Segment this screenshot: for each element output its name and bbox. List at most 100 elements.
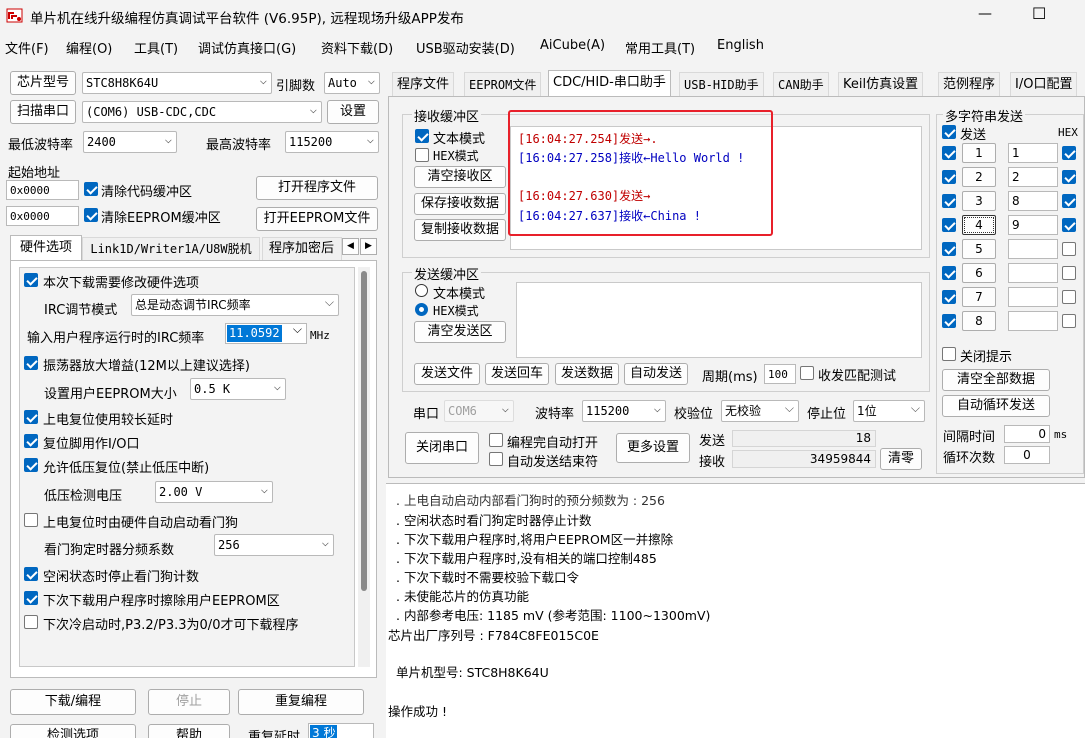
multi-row-checkbox[interactable]	[942, 314, 956, 328]
baud-rate-select[interactable]: 115200	[582, 400, 666, 422]
code-address-input[interactable]: 0x0000	[6, 180, 79, 200]
multi-send-button[interactable]: 1	[962, 143, 996, 163]
multi-string-input[interactable]	[1008, 239, 1058, 259]
chip-model-select[interactable]: STC8H8K64U	[82, 72, 272, 94]
repeat-program-button[interactable]: 重复编程	[238, 689, 364, 715]
pin-count-select[interactable]: Auto	[324, 72, 380, 94]
clear-counts-button[interactable]: 清零	[880, 448, 922, 470]
open-program-file-button[interactable]: 打开程序文件	[256, 176, 378, 200]
multi-send-button[interactable]: 3	[962, 191, 996, 211]
multi-send-button[interactable]: 2	[962, 167, 996, 187]
menu-downloads[interactable]: 资料下载(D)	[321, 38, 393, 57]
recv-text-mode-checkbox[interactable]	[415, 129, 429, 143]
multi-row-checkbox[interactable]	[942, 218, 956, 232]
low-volt-select[interactable]: 2.00 V	[155, 481, 273, 503]
multi-send-button[interactable]: 5	[962, 239, 996, 259]
download-program-button[interactable]: 下载/编程	[10, 689, 136, 715]
multi-row-checkbox[interactable]	[942, 170, 956, 184]
max-baud-select[interactable]: 115200	[285, 131, 379, 153]
parity-select[interactable]: 无校验	[721, 400, 799, 422]
send-textarea[interactable]	[516, 282, 922, 358]
multi-string-input[interactable]	[1008, 287, 1058, 307]
irc-freq-select[interactable]: 11.0592 ⌵	[225, 322, 307, 344]
multi-hex-checkbox[interactable]	[1062, 194, 1076, 208]
multi-send-button[interactable]: 7	[962, 287, 996, 307]
auto-open-checkbox[interactable]	[489, 433, 503, 447]
low-volt-reset-checkbox[interactable]	[24, 458, 38, 472]
eeprom-size-select[interactable]: 0.5 K	[190, 378, 286, 400]
multi-hex-checkbox[interactable]	[1062, 266, 1076, 280]
auto-loop-send-button[interactable]: 自动循环发送	[942, 395, 1050, 417]
multi-hex-checkbox[interactable]	[1062, 314, 1076, 328]
idle-wdt-checkbox[interactable]	[24, 567, 38, 581]
send-enter-button[interactable]: 发送回车	[485, 363, 549, 385]
irc-mode-select[interactable]: 总是动态调节IRC频率	[131, 294, 339, 316]
tab-usb-hid[interactable]: USB-HID助手	[679, 72, 764, 96]
multi-string-input[interactable]: 9	[1008, 215, 1058, 235]
maximize-button[interactable]: ☐	[1032, 4, 1046, 23]
auto-send-button[interactable]: 自动发送	[624, 363, 688, 385]
multi-row-checkbox[interactable]	[942, 242, 956, 256]
save-receive-button[interactable]: 保存接收数据	[414, 193, 506, 215]
multi-send-button[interactable]: 6	[962, 263, 996, 283]
multi-row-checkbox[interactable]	[942, 194, 956, 208]
options-scrollbar[interactable]	[358, 267, 370, 667]
menu-usb-driver[interactable]: USB驱动安装(D)	[416, 38, 515, 57]
multi-hex-checkbox[interactable]	[1062, 170, 1076, 184]
tab-examples[interactable]: 范例程序	[938, 72, 1001, 96]
scan-port-button[interactable]: 扫描串口	[10, 100, 76, 124]
multi-string-input[interactable]	[1008, 311, 1058, 331]
tab-io-config[interactable]: I/O口配置	[1010, 72, 1078, 96]
left-tab-encrypt[interactable]: 程序加密后	[262, 237, 342, 261]
period-input[interactable]: 100	[764, 364, 796, 384]
multi-hex-checkbox[interactable]	[1062, 290, 1076, 304]
multi-hex-checkbox[interactable]	[1062, 146, 1076, 160]
serial-port-select[interactable]: COM6	[444, 400, 514, 422]
menu-program[interactable]: 编程(O)	[66, 38, 112, 57]
erase-eeprom-checkbox[interactable]	[24, 591, 38, 605]
loop-count-input[interactable]: 0	[1004, 446, 1050, 464]
left-tab-link1d[interactable]: Link1D/Writer1A/U8W脱机	[82, 237, 260, 261]
menu-file[interactable]: 文件(F)	[5, 38, 49, 57]
tab-program-file[interactable]: 程序文件	[392, 72, 455, 96]
minimize-button[interactable]: —	[978, 6, 992, 22]
multi-hex-checkbox[interactable]	[1062, 242, 1076, 256]
detect-options-button[interactable]: 检测选项	[10, 724, 136, 738]
multi-send-button[interactable]: 8	[962, 311, 996, 331]
clear-receive-button[interactable]: 清空接收区	[414, 166, 506, 188]
auto-send-end-checkbox[interactable]	[489, 452, 503, 466]
tab-cdc-serial[interactable]: CDC/HID-串口助手	[548, 70, 671, 96]
multi-string-input[interactable]	[1008, 263, 1058, 283]
clear-eeprom-checkbox[interactable]	[84, 208, 98, 222]
multi-send-button[interactable]: 4	[962, 215, 996, 235]
multi-row-checkbox[interactable]	[942, 146, 956, 160]
long-delay-checkbox[interactable]	[24, 410, 38, 424]
multi-hex-checkbox[interactable]	[1062, 218, 1076, 232]
tab-scroll-left-icon[interactable]: ◀	[342, 238, 359, 255]
help-button[interactable]: 帮助	[148, 724, 230, 738]
modify-hw-checkbox[interactable]	[24, 273, 38, 287]
recv-hex-mode-checkbox[interactable]	[415, 148, 429, 162]
multi-string-input[interactable]: 2	[1008, 167, 1058, 187]
multi-string-input[interactable]: 8	[1008, 191, 1058, 211]
menu-english[interactable]: English	[717, 38, 764, 53]
tab-keil[interactable]: Keil仿真设置	[838, 72, 924, 96]
clear-all-data-button[interactable]: 清空全部数据	[942, 369, 1050, 391]
match-test-checkbox[interactable]	[800, 366, 814, 380]
multi-row-checkbox[interactable]	[942, 290, 956, 304]
output-log[interactable]: . 上电自动启动内部看门狗时的预分频数为 : 256 . 空闲状态时看门狗定时器…	[386, 483, 1085, 738]
tab-scroll-right-icon[interactable]: ▶	[360, 238, 377, 255]
tab-eeprom-file[interactable]: EEPROM文件	[464, 72, 542, 96]
copy-receive-button[interactable]: 复制接收数据	[414, 219, 506, 241]
multi-row-checkbox[interactable]	[942, 266, 956, 280]
menu-aicube[interactable]: AiCube(A)	[540, 38, 605, 53]
wdt-auto-checkbox[interactable]	[24, 513, 38, 527]
wdt-div-select[interactable]: 256	[214, 534, 334, 556]
menu-common-tools[interactable]: 常用工具(T)	[625, 38, 695, 57]
cold-boot-checkbox[interactable]	[24, 615, 38, 629]
send-data-button[interactable]: 发送数据	[555, 363, 619, 385]
clear-send-button[interactable]: 清空发送区	[414, 321, 506, 343]
send-text-mode-radio[interactable]	[415, 284, 428, 297]
clear-code-checkbox[interactable]	[84, 182, 98, 196]
left-tab-hardware[interactable]: 硬件选项	[10, 235, 82, 261]
